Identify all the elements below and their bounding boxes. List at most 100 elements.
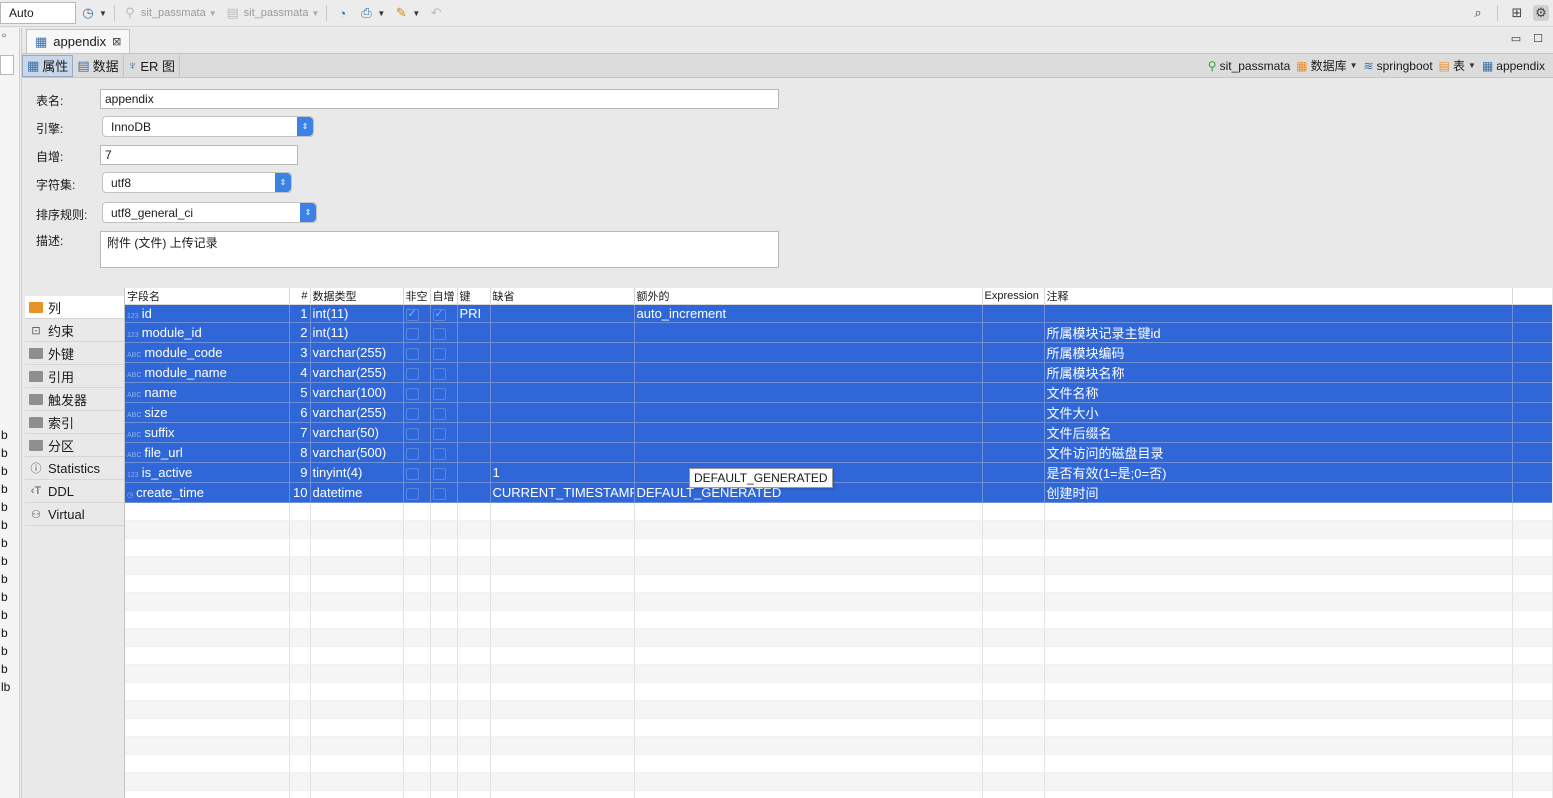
cell-ordinal[interactable]: 9 bbox=[289, 462, 311, 483]
cell-comment[interactable]: 是否有效(1=是;0=否) bbox=[1044, 462, 1513, 483]
cell-column-name[interactable]: ABC file_url bbox=[125, 442, 290, 463]
cell-ordinal[interactable]: 1 bbox=[289, 304, 311, 323]
table-row[interactable]: ABC size 6 varchar(255) 文件大小 bbox=[125, 402, 1552, 423]
print-button[interactable]: ⎙ ▼ bbox=[354, 2, 389, 24]
cell-extra[interactable] bbox=[634, 422, 983, 443]
cell-default[interactable] bbox=[490, 362, 635, 383]
not-null-checkbox[interactable] bbox=[405, 447, 419, 460]
cell-key[interactable] bbox=[457, 462, 491, 483]
navigator-item[interactable]: b bbox=[1, 626, 8, 640]
cell-auto-increment[interactable] bbox=[430, 402, 458, 423]
cell-not-null[interactable] bbox=[403, 402, 431, 423]
cell-data-type[interactable]: datetime bbox=[310, 482, 404, 503]
cell-comment[interactable]: 文件访问的磁盘目录 bbox=[1044, 442, 1513, 463]
cell-ordinal[interactable]: 4 bbox=[289, 362, 311, 383]
cell-auto-increment[interactable] bbox=[430, 342, 458, 363]
cell-data-type[interactable]: varchar(255) bbox=[310, 402, 404, 423]
cell-column-name[interactable]: ABC suffix bbox=[125, 422, 290, 443]
cell-auto-increment[interactable] bbox=[430, 322, 458, 343]
cell-default[interactable] bbox=[490, 322, 635, 343]
cell-expression[interactable] bbox=[982, 422, 1045, 443]
tab-data[interactable]: ▤ 数据 bbox=[73, 54, 124, 77]
cell-comment[interactable]: 文件后缀名 bbox=[1044, 422, 1513, 443]
cell-not-null[interactable] bbox=[403, 482, 431, 503]
auto-increment-field[interactable]: 7 bbox=[100, 145, 298, 165]
navigator-item[interactable]: b bbox=[1, 572, 8, 586]
column-header[interactable]: # bbox=[289, 288, 311, 305]
tab-properties[interactable]: ▦ 属性 bbox=[22, 54, 74, 77]
cell-data-type[interactable]: tinyint(4) bbox=[310, 462, 404, 483]
cell-not-null[interactable] bbox=[403, 462, 431, 483]
side-nav-item[interactable]: ⊡ 约束 bbox=[25, 319, 124, 342]
tools-button[interactable]: ✎ ▼ bbox=[389, 2, 424, 24]
cell-column-name[interactable]: 123 is_active bbox=[125, 462, 290, 483]
cell-key[interactable] bbox=[457, 382, 491, 403]
cell-extra[interactable] bbox=[634, 402, 983, 423]
back-button[interactable]: ↶ bbox=[424, 2, 448, 24]
cell-not-null[interactable] bbox=[403, 422, 431, 443]
auto-increment-checkbox[interactable] bbox=[432, 387, 446, 400]
close-icon[interactable]: ⊠ bbox=[112, 35, 121, 48]
auto-increment-checkbox[interactable] bbox=[432, 447, 446, 460]
auto-increment-checkbox[interactable] bbox=[432, 427, 446, 440]
cell-not-null[interactable] bbox=[403, 342, 431, 363]
breadcrumb-database-selector[interactable]: ▦ 数据库 ▼ bbox=[1296, 57, 1357, 74]
mode-select[interactable]: Auto bbox=[0, 2, 76, 24]
cell-column-name[interactable]: ABC module_code bbox=[125, 342, 290, 363]
navigator-item[interactable]: b bbox=[1, 446, 8, 460]
cell-extra[interactable]: auto_increment bbox=[634, 304, 983, 323]
not-null-checkbox[interactable] bbox=[405, 407, 419, 420]
not-null-checkbox[interactable] bbox=[405, 347, 419, 360]
history-button[interactable]: ◷ ▼ bbox=[76, 2, 111, 24]
connection-selector[interactable]: ⚲ sit_passmata ▼ bbox=[118, 2, 221, 24]
breadcrumb-database[interactable]: ≋ springboot bbox=[1364, 59, 1433, 73]
tab-er-diagram[interactable]: ♆ ER 图 bbox=[124, 54, 181, 77]
cell-not-null[interactable] bbox=[403, 382, 431, 403]
not-null-checkbox[interactable] bbox=[405, 307, 419, 321]
side-nav-item[interactable]: 触发器 bbox=[25, 388, 124, 411]
cell-not-null[interactable] bbox=[403, 304, 431, 323]
cell-auto-increment[interactable] bbox=[430, 482, 458, 503]
cell-data-type[interactable]: varchar(255) bbox=[310, 362, 404, 383]
column-header[interactable]: 缺省 bbox=[490, 288, 635, 305]
side-nav-item[interactable]: ⚇ Virtual bbox=[25, 503, 124, 526]
cell-auto-increment[interactable] bbox=[430, 382, 458, 403]
table-row[interactable]: ABC suffix 7 varchar(50) 文件后缀名 bbox=[125, 422, 1552, 443]
cell-expression[interactable] bbox=[982, 402, 1045, 423]
perspective-icon[interactable]: ⚙ bbox=[1533, 5, 1549, 21]
open-perspective-icon[interactable]: ⊞ bbox=[1509, 5, 1525, 21]
not-null-checkbox[interactable] bbox=[405, 327, 419, 340]
cell-key[interactable] bbox=[457, 482, 491, 503]
table-row[interactable]: 123 is_active 9 tinyint(4) 1 是否有效(1=是;0=否) bbox=[125, 462, 1552, 483]
navigator-item[interactable]: b bbox=[1, 482, 8, 496]
cell-column-name[interactable]: ABC module_name bbox=[125, 362, 290, 383]
cell-ordinal[interactable]: 7 bbox=[289, 422, 311, 443]
cell-comment[interactable]: 所属模块名称 bbox=[1044, 362, 1513, 383]
column-header[interactable]: 额外的 bbox=[634, 288, 983, 305]
navigator-item[interactable]: b bbox=[1, 608, 8, 622]
cell-comment[interactable]: 文件大小 bbox=[1044, 402, 1513, 423]
cell-ordinal[interactable]: 8 bbox=[289, 442, 311, 463]
cell-data-type[interactable]: varchar(50) bbox=[310, 422, 404, 443]
cell-not-null[interactable] bbox=[403, 322, 431, 343]
cell-auto-increment[interactable] bbox=[430, 304, 458, 323]
side-nav-item[interactable]: 引用 bbox=[25, 365, 124, 388]
side-nav-item[interactable]: 列 bbox=[25, 296, 124, 319]
side-nav-item[interactable]: 索引 bbox=[25, 411, 124, 434]
cell-auto-increment[interactable] bbox=[430, 422, 458, 443]
cell-data-type[interactable]: int(11) bbox=[310, 304, 404, 323]
cell-auto-increment[interactable] bbox=[430, 462, 458, 483]
not-null-checkbox[interactable] bbox=[405, 467, 419, 480]
side-nav-item[interactable]: ‹T DDL bbox=[25, 480, 124, 503]
navigator-item[interactable]: b bbox=[1, 500, 8, 514]
side-nav-item[interactable]: ⓘ Statistics bbox=[25, 457, 124, 480]
search-icon[interactable]: ⌕ bbox=[1470, 5, 1486, 21]
not-null-checkbox[interactable] bbox=[405, 367, 419, 380]
navigator-item[interactable]: b bbox=[1, 428, 8, 442]
cell-default[interactable] bbox=[490, 304, 635, 323]
cell-extra[interactable] bbox=[634, 342, 983, 363]
minimize-icon[interactable]: ▭ bbox=[1511, 32, 1521, 45]
cell-column-name[interactable]: 123 id bbox=[125, 304, 290, 323]
auto-increment-checkbox[interactable] bbox=[432, 407, 446, 420]
cell-comment[interactable] bbox=[1044, 304, 1513, 323]
